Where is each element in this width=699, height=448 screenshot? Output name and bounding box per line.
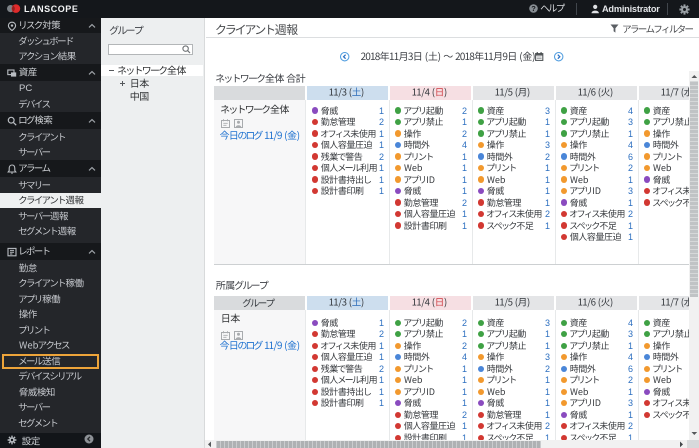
- svg-text:?: ?: [531, 4, 536, 13]
